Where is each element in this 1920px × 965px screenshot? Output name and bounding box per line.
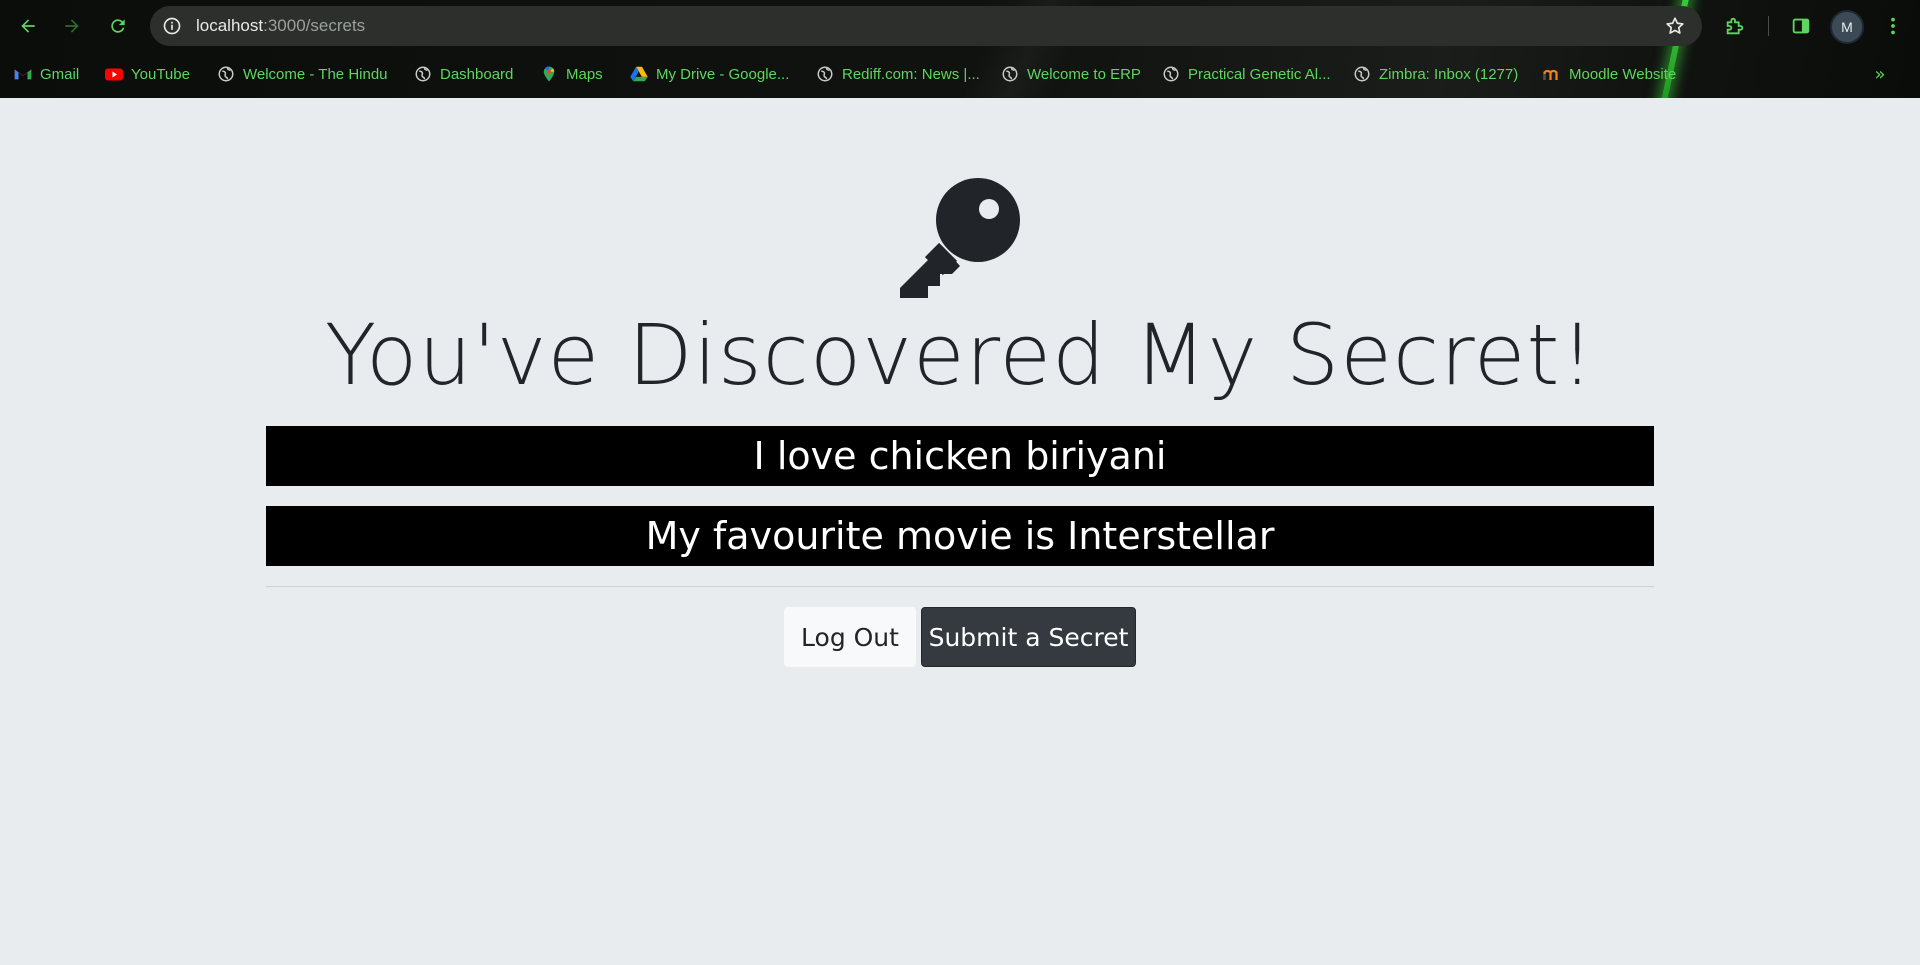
logout-button[interactable]: Log Out [784,607,916,667]
browser-toolbar: localhost:3000/secrets M [0,0,1920,52]
bookmark-label: Zimbra: Inbox (1277) [1379,65,1519,83]
bookmark-label: Dashboard [440,65,514,83]
url-host: localhost [196,16,264,35]
bookmark-label: Welcome to ERP [1027,65,1141,83]
bookmarks-bar: Gmail YouTube Welcome - The Hindu Dashbo… [0,52,1920,94]
bookmark-label: Moodle Website [1569,65,1677,83]
secret-item: I love chicken biriyani [266,426,1654,486]
forward-arrow-icon [65,19,79,33]
back-arrow-icon [21,19,35,33]
extensions-button[interactable] [1722,13,1748,39]
youtube-icon [105,65,123,83]
bookmark-dashboard[interactable]: Dashboard [414,62,513,86]
bookmark-label: Gmail [40,65,80,83]
url-path: :3000/secrets [263,16,366,35]
reload-button[interactable] [104,12,132,40]
bookmark-google-drive[interactable]: My Drive - Google... [630,62,789,86]
bookmark-moodle[interactable]: Moodle Website [1543,62,1676,86]
bookmark-label: YouTube [131,65,190,83]
globe-icon [1162,65,1180,83]
globe-icon [414,65,432,83]
bookmark-zimbra[interactable]: Zimbra: Inbox (1277) [1353,62,1518,86]
site-info-icon[interactable] [162,16,182,36]
bookmark-erp[interactable]: Welcome to ERP [1001,62,1141,86]
key-icon [900,178,1020,298]
kebab-menu-icon [1891,17,1895,35]
secret-item: My favourite movie is Interstellar [266,506,1654,566]
secrets-page: You've Discovered My Secret! I love chic… [0,98,1920,965]
puzzle-icon [1726,17,1744,35]
bookmark-label: Practical Genetic Al... [1188,65,1331,83]
gmail-icon [14,65,32,83]
toolbar-divider [1768,16,1769,36]
browser-chrome: localhost:3000/secrets M Gmail YouTube W… [0,0,1920,98]
bookmark-star-icon[interactable] [1664,15,1686,37]
bookmark-maps[interactable]: Maps [540,62,603,86]
bookmark-label: Maps [566,65,603,83]
bookmark-youtube[interactable]: YouTube [105,62,190,86]
divider [266,586,1654,587]
more-bookmarks-chevron-icon[interactable]: » [1868,62,1892,86]
globe-icon [1353,65,1371,83]
submit-secret-button[interactable]: Submit a Secret [921,607,1136,667]
profile-avatar[interactable]: M [1830,10,1864,44]
bookmark-label: Welcome - The Hindu [243,65,388,83]
maps-pin-icon [540,65,558,83]
page-title: You've Discovered My Secret! [324,306,1596,404]
bookmark-practical-genetic[interactable]: Practical Genetic Al... [1162,62,1331,86]
address-bar[interactable]: localhost:3000/secrets [150,6,1702,46]
bookmark-label: My Drive - Google... [656,65,790,83]
address-bar-url[interactable]: localhost:3000/secrets [196,6,365,46]
side-panel-button[interactable] [1788,13,1814,39]
bookmark-label: Rediff.com: News |... [842,65,980,83]
reload-icon [111,19,125,33]
side-panel-icon [1792,18,1810,34]
back-button[interactable] [14,12,42,40]
moodle-icon [1543,65,1561,83]
browser-menu-button[interactable] [1880,13,1906,39]
google-drive-icon [630,65,648,83]
bookmark-rediff[interactable]: Rediff.com: News |... [816,62,980,86]
globe-icon [816,65,834,83]
globe-icon [1001,65,1019,83]
forward-button[interactable] [58,12,86,40]
bookmark-gmail[interactable]: Gmail [14,62,79,86]
bookmark-the-hindu[interactable]: Welcome - The Hindu [217,62,388,86]
globe-icon [217,65,235,83]
